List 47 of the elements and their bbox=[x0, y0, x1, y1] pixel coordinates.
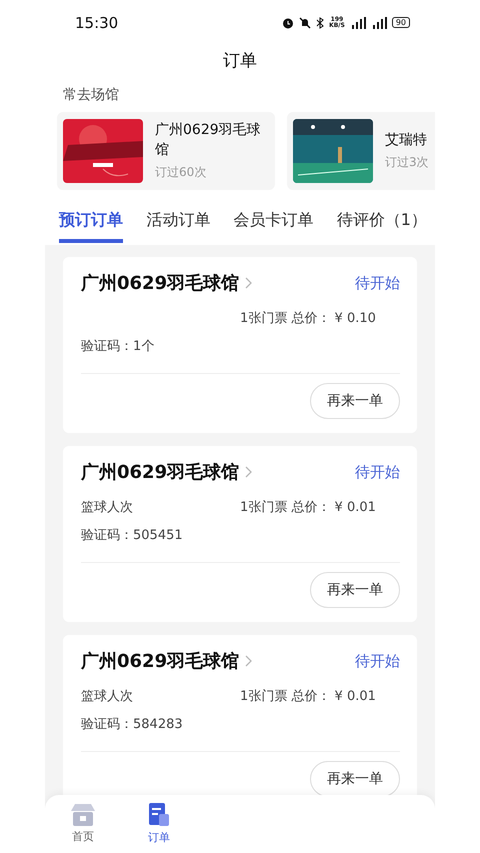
reorder-button[interactable]: 再来一单 bbox=[310, 761, 400, 797]
verification-code: 验证码：505451 bbox=[81, 526, 400, 563]
reorder-button[interactable]: 再来一单 bbox=[310, 572, 400, 608]
ticket-total: 1张门票 总价： bbox=[240, 689, 330, 704]
order-venue[interactable]: 广州0629羽毛球馆 bbox=[81, 460, 240, 484]
nav-tab[interactable]: 首页 bbox=[45, 795, 121, 853]
venue-name: 艾瑞特 bbox=[385, 130, 428, 150]
venue-card[interactable]: 广州0629羽毛球馆 订过60次 bbox=[57, 112, 275, 190]
nav-tab[interactable]: 订单 bbox=[121, 795, 197, 853]
order-item: 篮球人次 bbox=[81, 499, 134, 516]
page-title: 订单 bbox=[222, 50, 258, 73]
verification-code: 验证码：1个 bbox=[81, 337, 400, 374]
section-heading: 常去场馆 bbox=[62, 86, 120, 105]
document-icon bbox=[147, 803, 171, 827]
store-icon bbox=[71, 804, 95, 826]
visit-count: 订过3次 bbox=[385, 154, 429, 172]
ticket-total: 1张门票 总价： bbox=[240, 311, 330, 326]
chevron-right-icon bbox=[245, 277, 252, 289]
reorder-button[interactable]: 再来一单 bbox=[310, 383, 400, 419]
order-price: ¥ 0.01 bbox=[334, 500, 376, 515]
venue-card[interactable]: 艾瑞特 订过3次 bbox=[287, 112, 435, 190]
nav-label: 订单 bbox=[148, 830, 170, 845]
status-time: 15:30 bbox=[75, 14, 118, 32]
order-tab[interactable]: 会员卡订单 bbox=[234, 210, 314, 243]
visit-count: 订过60次 bbox=[155, 164, 208, 182]
alarm-icon bbox=[282, 16, 294, 28]
signal-icon bbox=[350, 16, 366, 28]
order-venue[interactable]: 广州0629羽毛球馆 bbox=[81, 271, 240, 295]
order-tab[interactable]: 活动订单 bbox=[146, 210, 210, 243]
order-status: 待开始 bbox=[355, 462, 400, 482]
venue-name: 广州0629羽毛球馆 bbox=[155, 120, 262, 160]
bluetooth-icon bbox=[316, 16, 324, 28]
ticket-total: 1张门票 总价： bbox=[240, 500, 330, 515]
chevron-right-icon bbox=[245, 655, 252, 667]
verification-code: 验证码：584283 bbox=[81, 715, 400, 752]
chevron-right-icon bbox=[245, 466, 252, 478]
order-item: 篮球人次 bbox=[81, 688, 134, 705]
battery-level: 90 bbox=[392, 17, 410, 28]
signal-icon bbox=[370, 16, 387, 28]
order-price: ¥ 0.01 bbox=[334, 689, 376, 704]
order-venue[interactable]: 广州0629羽毛球馆 bbox=[81, 649, 240, 673]
order-status: 待开始 bbox=[355, 274, 400, 292]
nav-label: 首页 bbox=[72, 829, 94, 844]
order-price: ¥ 0.10 bbox=[334, 311, 376, 326]
order-status: 待开始 bbox=[355, 652, 400, 670]
muted-bell-icon bbox=[299, 16, 312, 28]
order-tab[interactable]: 待评价（1） bbox=[336, 210, 427, 243]
